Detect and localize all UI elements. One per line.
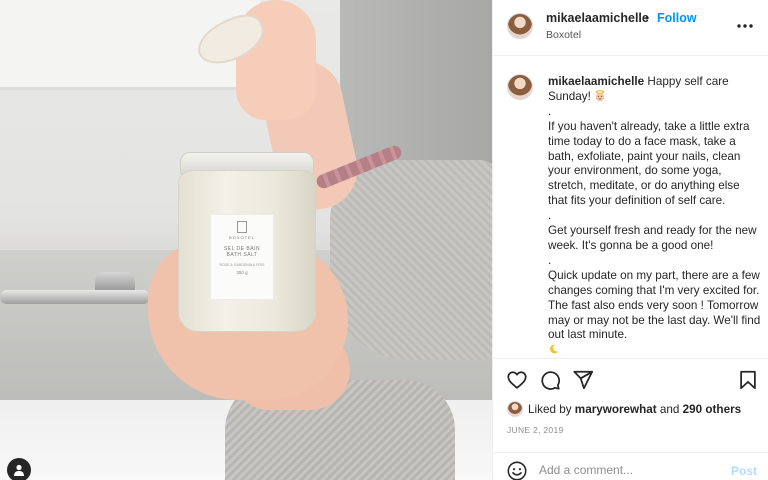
angel-emoji-icon bbox=[595, 90, 605, 102]
post-date[interactable]: JUNE 2, 2019 bbox=[507, 425, 564, 435]
comment-bar: Post bbox=[493, 452, 768, 480]
sweater-sleeve-top bbox=[330, 160, 492, 360]
jar-brand: BOXOTEL bbox=[229, 235, 255, 240]
likes-count-link[interactable]: 290 others bbox=[683, 403, 741, 416]
caption-scroll-area[interactable]: mikaelaamichelle Happy self care Sunday!… bbox=[493, 56, 768, 356]
follow-button[interactable]: Follow bbox=[657, 11, 697, 25]
likes-summary: Liked by maryworewhat and 290 others bbox=[507, 400, 741, 418]
caption-paragraph: Quick update on my part, there are a few… bbox=[548, 268, 761, 342]
smiley-icon[interactable] bbox=[506, 460, 528, 480]
caption-dot: . bbox=[548, 209, 552, 223]
post-photo[interactable]: BOXOTEL SEL DE BAIN BATH SALT ROSE & GAR… bbox=[0, 0, 492, 480]
caption-avatar[interactable] bbox=[507, 74, 533, 100]
more-options-icon[interactable] bbox=[735, 18, 755, 34]
post-header: mikaelaamichelle • Follow Boxotel bbox=[493, 0, 768, 56]
post-side-panel: mikaelaamichelle • Follow Boxotel mikael… bbox=[492, 0, 768, 480]
header-username[interactable]: mikaelaamichelle bbox=[546, 11, 649, 25]
header-separator: • bbox=[645, 11, 650, 25]
brand-mark-icon bbox=[237, 221, 247, 233]
caption-username[interactable]: mikaelaamichelle bbox=[548, 75, 644, 88]
jar-weight: 350 g bbox=[236, 270, 248, 275]
caption-paragraph: If you haven't already, take a little ex… bbox=[548, 119, 750, 208]
caption-paragraph: Get yourself fresh and ready for the new… bbox=[548, 224, 757, 252]
moon-emoji-icon bbox=[549, 344, 559, 354]
user-tag-icon[interactable] bbox=[7, 458, 31, 480]
location-link[interactable]: Boxotel bbox=[546, 29, 581, 41]
jar-label: BOXOTEL SEL DE BAIN BATH SALT ROSE & GAR… bbox=[210, 214, 274, 300]
bath-salt-jar: BOXOTEL SEL DE BAIN BATH SALT ROSE & GAR… bbox=[178, 152, 316, 332]
likes-connector: and bbox=[659, 402, 680, 416]
post-comment-button[interactable]: Post bbox=[731, 464, 757, 478]
likes-prefix: Liked by bbox=[528, 402, 572, 416]
caption-dot: . bbox=[548, 253, 552, 267]
jar-scent: ROSE & GARDENIA & POIS bbox=[219, 263, 265, 267]
action-bar bbox=[493, 358, 768, 398]
heart-icon[interactable] bbox=[506, 369, 528, 391]
bookmark-icon[interactable] bbox=[737, 369, 759, 391]
share-icon[interactable] bbox=[572, 369, 594, 391]
liker-username[interactable]: maryworewhat bbox=[575, 403, 657, 416]
jar-product-en: BATH SALT bbox=[226, 252, 258, 258]
avatar[interactable] bbox=[507, 13, 533, 39]
faucet bbox=[0, 290, 150, 304]
liker-avatar[interactable] bbox=[507, 401, 523, 417]
caption-text: mikaelaamichelle Happy self care Sunday!… bbox=[548, 75, 762, 356]
comment-input[interactable] bbox=[539, 463, 719, 477]
caption-dot: . bbox=[548, 104, 552, 118]
comment-icon[interactable] bbox=[539, 369, 561, 391]
